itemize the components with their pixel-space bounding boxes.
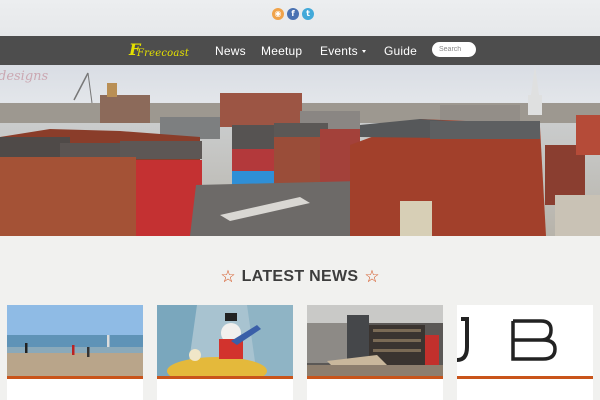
news-card[interactable] [307,305,443,400]
news-card-accent-bar [157,376,293,379]
news-card-image [307,305,443,376]
news-card[interactable] [7,305,143,400]
logo-text: Freecoast [137,48,190,59]
search-input[interactable] [432,42,476,57]
news-card-accent-bar [7,376,143,379]
twitter-icon[interactable]: t [302,8,314,20]
nav-item-news[interactable]: News [215,44,246,58]
nav-item-events-label: Events [320,44,358,58]
social-links: ◉ f t [272,8,314,20]
rss-icon[interactable]: ◉ [272,8,284,20]
star-icon: ☆ [220,266,236,287]
star-icon: ☆ [364,266,380,287]
nav-item-meetup[interactable]: Meetup [261,44,302,58]
top-bar: ◉ f t [0,0,600,36]
site-logo[interactable]: F Freecoast [129,40,189,60]
caret-down-icon [361,50,366,53]
section-title: LATEST NEWS [241,268,359,285]
news-card[interactable] [457,305,593,400]
news-card[interactable] [157,305,293,400]
hero-image: designs [0,65,600,236]
nav-item-guide[interactable]: Guide [384,44,417,58]
nav-item-events[interactable]: Events [320,44,366,58]
news-card-accent-bar [307,376,443,379]
news-card-accent-bar [457,376,593,379]
facebook-icon[interactable]: f [287,8,299,20]
main-nav: F Freecoast News Meetup Events Guide [0,36,600,65]
news-card-image [457,305,593,376]
news-card-image [157,305,293,376]
news-card-image [7,305,143,376]
hero-city-scene [0,65,600,236]
watermark-text: designs [0,69,49,84]
latest-news-heading: ☆ LATEST NEWS ☆ [0,268,600,286]
